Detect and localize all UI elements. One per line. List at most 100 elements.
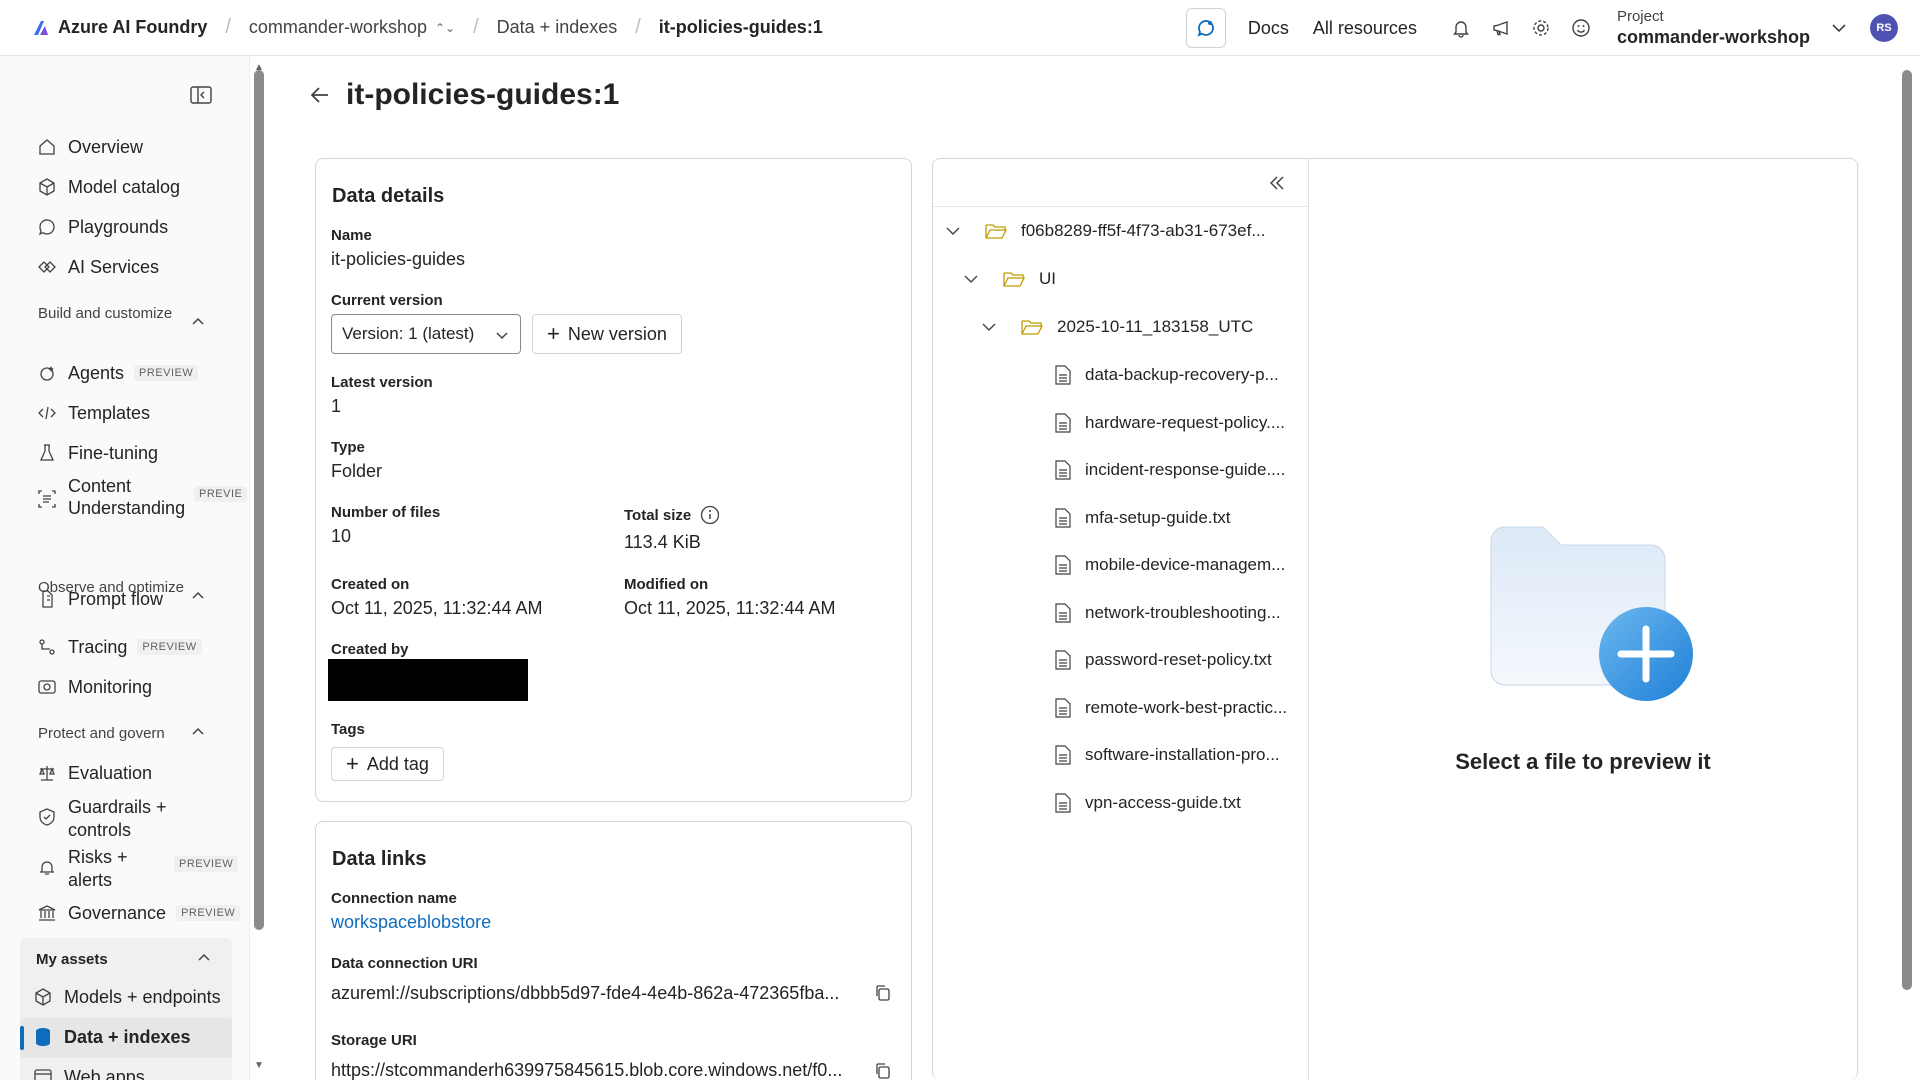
sidebar-item-tracing[interactable]: Tracing PREVIEW (36, 636, 202, 658)
notifications-button[interactable] (1441, 8, 1481, 48)
monitor-icon (36, 676, 58, 698)
plus-icon: + (346, 751, 359, 776)
feedback-button[interactable] (1561, 8, 1601, 48)
sidebar-item-playgrounds[interactable]: Playgrounds (36, 216, 168, 238)
tree-file[interactable]: mobile-device-managem... (1055, 555, 1285, 575)
chevron-up-icon[interactable] (190, 724, 206, 740)
page-header: it-policies-guides:1 (308, 78, 619, 112)
tree-file[interactable]: password-reset-policy.txt (1055, 650, 1272, 670)
sidebar-item-fine-tuning[interactable]: Fine-tuning (36, 442, 158, 464)
home-icon (36, 136, 58, 158)
file-icon (1055, 745, 1071, 765)
bell-icon (1453, 21, 1469, 38)
tree-folder-dated[interactable]: 2025-10-11_183158_UTC (981, 317, 1253, 337)
group-build-customize[interactable]: Build and customize (38, 304, 198, 324)
tree-file[interactable]: remote-work-best-practic... (1055, 698, 1287, 718)
sidebar-item-risks-alerts[interactable]: Risks + alerts PREVIEW (36, 846, 239, 893)
file-tree-header (933, 159, 1309, 207)
tree-file[interactable]: network-troubleshooting... (1055, 603, 1281, 623)
preview-badge: PREVIEW (176, 905, 241, 921)
folder-open-icon (1003, 270, 1025, 288)
sidebar-item-monitoring[interactable]: Monitoring (36, 676, 152, 698)
sidebar-item-governance[interactable]: Governance PREVIEW (36, 902, 241, 924)
collapse-panel-icon[interactable] (1267, 173, 1287, 193)
collapse-sidebar-icon[interactable] (190, 86, 212, 104)
breadcrumb-data-indexes[interactable]: Data + indexes (497, 17, 618, 38)
sidebar-item-guardrails[interactable]: Guardrails + controls (36, 796, 188, 843)
tree-item-label: UI (1039, 269, 1056, 288)
connection-name-link[interactable]: workspaceblobstore (331, 912, 491, 933)
tree-file[interactable]: software-installation-pro... (1055, 745, 1280, 765)
all-resources-link[interactable]: All resources (1313, 18, 1417, 39)
page-title: it-policies-guides:1 (346, 78, 620, 111)
type-label: Type (331, 439, 365, 456)
sidebar-item-label: Data + indexes (64, 1026, 191, 1047)
new-version-button[interactable]: + New version (532, 314, 682, 354)
tree-file[interactable]: mfa-setup-guide.txt (1055, 508, 1231, 528)
docs-link[interactable]: Docs (1248, 18, 1289, 39)
current-version-label: Current version (331, 292, 443, 309)
sidebar-item-label: Risks + alerts (68, 847, 128, 891)
chevron-down-icon[interactable] (945, 223, 963, 239)
gear-icon (1533, 20, 1549, 36)
sidebar-item-content-understanding[interactable]: Content Understanding PREVIE (36, 476, 248, 519)
sidebar-item-label: Web apps (64, 1066, 145, 1080)
info-icon[interactable] (700, 505, 720, 525)
copilot-button[interactable] (1185, 8, 1226, 48)
scroll-down-arrow[interactable]: ▼ (254, 1060, 264, 1071)
chevron-up-icon[interactable] (190, 314, 206, 330)
page-scrollbar[interactable] (1902, 70, 1912, 990)
latest-version-label: Latest version (331, 374, 433, 391)
add-tag-button[interactable]: + Add tag (331, 747, 444, 781)
project-switcher[interactable]: commander-workshop ⌃⌄ (249, 17, 455, 38)
file-icon (1055, 650, 1071, 670)
sidebar-scrollbar[interactable] (254, 70, 264, 930)
folder-open-icon (1021, 318, 1043, 336)
sidebar-item-data-indexes[interactable]: Data + indexes (32, 1026, 191, 1048)
chevron-down-icon[interactable] (981, 319, 999, 335)
version-select[interactable]: Version: 1 (latest) (331, 314, 521, 354)
chevron-up-icon[interactable] (190, 588, 206, 604)
settings-button[interactable] (1521, 8, 1561, 48)
tree-folder-root[interactable]: f06b8289-ff5f-4f73-ab31-673ef... (945, 221, 1265, 241)
tree-file[interactable]: hardware-request-policy.... (1055, 413, 1285, 433)
back-button[interactable] (308, 83, 332, 107)
sidebar-item-templates[interactable]: Templates (36, 402, 150, 424)
group-protect-govern[interactable]: Protect and govern (38, 724, 198, 744)
tree-item-label: incident-response-guide.... (1085, 460, 1286, 479)
sidebar-item-model-catalog[interactable]: Model catalog (36, 176, 180, 198)
type-value: Folder (331, 461, 383, 481)
sidebar-item-label: Model catalog (68, 176, 181, 197)
tree-item-label: password-reset-policy.txt (1085, 650, 1272, 669)
tree-file[interactable]: vpn-access-guide.txt (1055, 793, 1241, 813)
shield-icon (36, 806, 58, 828)
chevron-up-icon[interactable] (196, 950, 212, 966)
sidebar-item-models-endpoints[interactable]: Models + endpoints (32, 986, 221, 1008)
tree-item-label: data-backup-recovery-p... (1085, 365, 1279, 384)
tree-file[interactable]: incident-response-guide.... (1055, 460, 1285, 480)
project-switcher-label: commander-workshop (248, 17, 427, 37)
chevron-down-icon[interactable] (1830, 19, 1848, 37)
sidebar-item-evaluation[interactable]: Evaluation (36, 762, 152, 784)
sidebar-item-web-apps[interactable]: Web apps (32, 1066, 145, 1080)
copy-icon[interactable] (874, 984, 892, 1002)
breadcrumb-current: it-policies-guides:1 (658, 17, 823, 37)
file-icon (1055, 793, 1071, 813)
project-info[interactable]: Project commander-workshop (1617, 7, 1810, 50)
data-connection-uri-label: Data connection URI (331, 955, 478, 972)
avatar[interactable]: RS (1870, 14, 1898, 42)
tree-item-label: hardware-request-policy.... (1085, 413, 1285, 432)
copilot-icon (1197, 20, 1214, 37)
tree-file[interactable]: data-backup-recovery-p... (1055, 365, 1279, 385)
sidebar-item-overview[interactable]: Overview (36, 136, 143, 158)
chevron-down-icon[interactable] (963, 271, 981, 287)
tree-folder-ui[interactable]: UI (963, 269, 1056, 289)
announcements-button[interactable] (1481, 8, 1521, 48)
group-observe-optimize[interactable]: Observe and optimize (38, 578, 198, 598)
brand[interactable]: Azure AI Foundry (32, 17, 207, 38)
sidebar-item-label: Overview (68, 136, 144, 157)
group-my-assets[interactable]: My assets (36, 950, 196, 970)
sidebar-item-agents[interactable]: Agents PREVIEW (36, 362, 199, 384)
sidebar-item-ai-services[interactable]: AI Services (36, 256, 159, 278)
copy-icon[interactable] (874, 1062, 892, 1080)
